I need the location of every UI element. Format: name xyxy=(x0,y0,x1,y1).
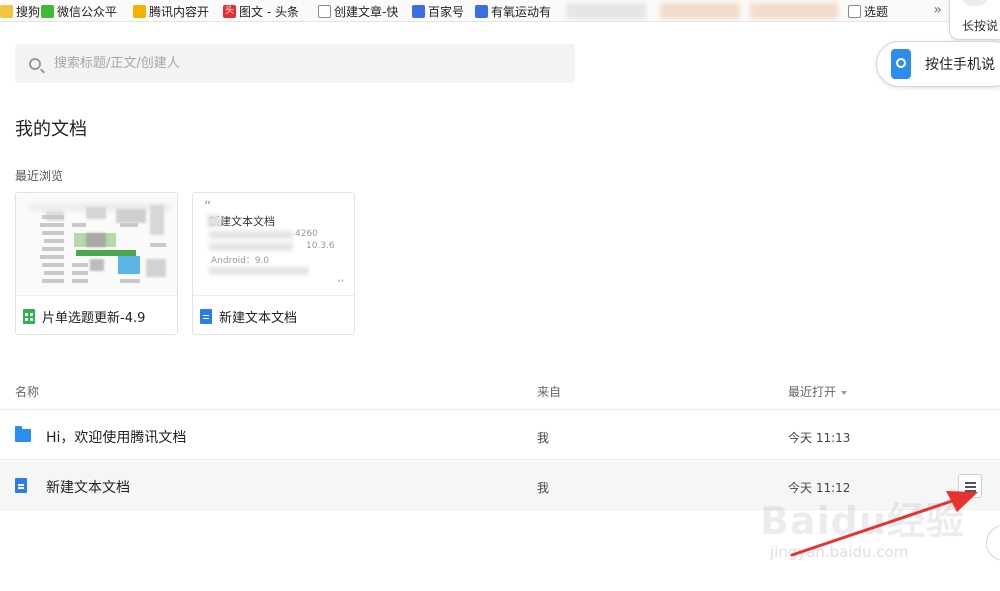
preview-line: 4260 xyxy=(295,229,318,239)
doc-thumbnail: “ 新建文本文档 4260 10.3.6 Android：9.0 ,, xyxy=(193,193,354,296)
table-row[interactable]: Hi，欢迎使用腾讯文档 我 今天 11:13 xyxy=(0,411,1000,460)
sort-caret-icon xyxy=(841,390,848,395)
sogou-icon xyxy=(0,4,13,18)
bookmarks-bar: 搜狗 微信公众平 腾讯内容开 头 图文 - 头条 创建文章-快 百家号 有氧运动… xyxy=(0,0,1000,22)
document-icon xyxy=(15,478,27,493)
card-title: 片单选题更新-4.9 xyxy=(42,310,146,326)
page-title: 我的文档 xyxy=(15,119,87,140)
long-press-widget[interactable]: 长按说 xyxy=(949,0,1000,40)
spreadsheet-icon xyxy=(23,308,35,324)
page-icon xyxy=(848,4,861,18)
widget-knob xyxy=(962,0,988,6)
card-footer: 片单选题更新-4.9 xyxy=(16,297,177,334)
file-name: 新建文本文档 xyxy=(46,480,130,496)
file-owner: 我 xyxy=(537,431,550,445)
folder-icon xyxy=(15,426,31,442)
recent-section-label: 最近浏览 xyxy=(15,169,64,183)
bookmark-create-article[interactable]: 创建文章-快 xyxy=(318,3,398,19)
column-header-from[interactable]: 来自 xyxy=(537,383,561,400)
page-icon xyxy=(318,4,331,18)
search-icon xyxy=(29,57,41,70)
recent-card-doc[interactable]: “ 新建文本文档 4260 10.3.6 Android：9.0 ,, 新建文本… xyxy=(192,192,355,335)
scroll-top-button[interactable] xyxy=(986,525,1000,561)
watermark: Baidu经验 xyxy=(760,499,965,543)
toutiao-icon: 头 xyxy=(223,4,236,18)
sheet-thumbnail xyxy=(16,193,177,296)
watermark-url: jingyan.baidu.com xyxy=(770,543,909,561)
preview-line: Android：9.0 xyxy=(211,256,270,266)
wechat-icon xyxy=(41,4,54,18)
search-input[interactable] xyxy=(54,56,534,71)
hold-phone-talk-button[interactable]: 按住手机说 xyxy=(876,41,1000,87)
column-header-opened[interactable]: 最近打开 xyxy=(788,383,848,400)
bookmark-baijiahao[interactable]: 百家号 xyxy=(412,3,464,19)
bookmarks-overflow-button[interactable]: » xyxy=(933,2,942,18)
recent-card-sheet[interactable]: 片单选题更新-4.9 xyxy=(15,192,178,335)
blurred-bookmark xyxy=(660,3,740,19)
quote-end-icon: ,, xyxy=(337,273,344,284)
preview-line: 10.3.6 xyxy=(306,241,335,251)
paw-icon xyxy=(412,4,425,18)
card-footer: 新建文本文档 xyxy=(193,297,354,334)
phone-icon xyxy=(891,49,911,79)
bookmark-aerobic[interactable]: 有氧运动有 xyxy=(475,3,551,19)
bookmark-sogou[interactable]: 搜狗 xyxy=(0,3,40,19)
document-icon xyxy=(200,308,212,324)
bookmark-tencent-content[interactable]: 腾讯内容开 xyxy=(133,3,209,19)
file-name: Hi，欢迎使用腾讯文档 xyxy=(46,430,187,446)
blurred-bookmark xyxy=(566,3,646,19)
paw-icon xyxy=(475,4,488,18)
card-title: 新建文本文档 xyxy=(219,310,298,326)
bookmark-topics[interactable]: 选题 xyxy=(848,3,888,19)
blurred-bookmark xyxy=(750,3,838,19)
column-header-name[interactable]: 名称 xyxy=(15,383,39,400)
bell-icon xyxy=(133,4,146,18)
bookmark-wechat[interactable]: 微信公众平 xyxy=(41,3,117,19)
file-opened-time: 今天 11:13 xyxy=(788,431,851,445)
file-list-header: 名称 来自 最近打开 xyxy=(0,370,1000,410)
search-box[interactable] xyxy=(15,44,575,83)
bookmark-toutiao[interactable]: 头 图文 - 头条 xyxy=(223,3,299,19)
file-owner: 我 xyxy=(537,481,550,495)
